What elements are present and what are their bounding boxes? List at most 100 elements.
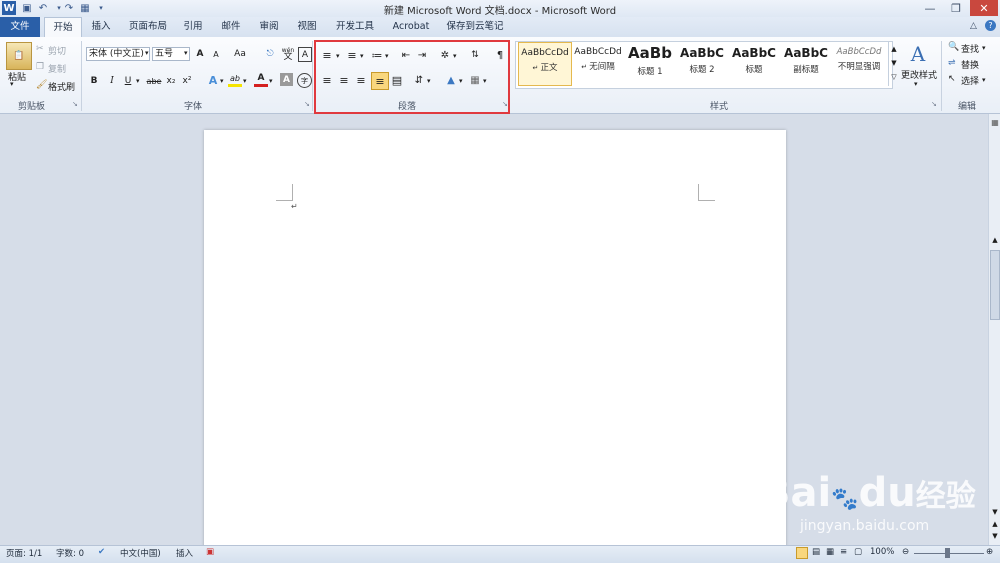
- web-layout-icon[interactable]: ▦: [826, 547, 834, 557]
- format-painter-button[interactable]: 格式刷: [48, 80, 75, 93]
- close-button[interactable]: ✕: [970, 0, 998, 16]
- shrink-font-icon[interactable]: A: [210, 47, 222, 61]
- scroll-down-icon[interactable]: ▼: [990, 508, 1000, 518]
- full-screen-reading-icon[interactable]: ▤: [812, 547, 820, 557]
- replace-button[interactable]: 替换: [961, 58, 979, 71]
- enclose-characters-icon[interactable]: 字: [297, 73, 312, 88]
- document-page[interactable]: ↵: [204, 130, 786, 550]
- tab-developer[interactable]: 开发工具: [332, 17, 378, 37]
- change-styles-button[interactable]: 更改样式: [901, 68, 937, 81]
- superscript-button[interactable]: x²: [180, 74, 194, 88]
- clipboard-launcher-icon[interactable]: ↘: [72, 100, 78, 108]
- scroll-up-icon[interactable]: ▲: [990, 236, 1000, 247]
- font-color-icon[interactable]: A: [254, 72, 268, 84]
- find-button[interactable]: 查找: [961, 42, 979, 55]
- character-shading-icon[interactable]: A: [280, 73, 293, 86]
- status-word-count[interactable]: 字数: 0: [56, 547, 84, 559]
- watermark-cn: 经验: [915, 479, 976, 514]
- tab-home[interactable]: 开始: [44, 17, 82, 37]
- help-icon[interactable]: ?: [985, 20, 996, 31]
- font-name-combo[interactable]: 宋体 (中文正): [86, 47, 150, 61]
- proofing-icon[interactable]: ✔: [98, 547, 105, 557]
- find-icon[interactable]: 🔍: [948, 42, 959, 52]
- bold-button[interactable]: B: [88, 74, 100, 88]
- highlight-dropdown-icon[interactable]: ▾: [243, 77, 247, 85]
- copy-icon[interactable]: ❐: [36, 62, 44, 72]
- style-title[interactable]: AaBbC 标题: [728, 42, 780, 86]
- tab-acrobat[interactable]: Acrobat: [388, 17, 434, 37]
- restore-button[interactable]: ❐: [944, 0, 968, 16]
- editing-group-label: 编辑: [958, 102, 977, 112]
- next-page-icon[interactable]: ▼: [990, 532, 1000, 542]
- status-insert-mode[interactable]: 插入: [176, 547, 193, 559]
- text-effects-dropdown-icon[interactable]: ▾: [220, 77, 224, 85]
- cut-icon[interactable]: ✂: [36, 44, 44, 54]
- underline-dropdown-icon[interactable]: ▾: [136, 77, 140, 85]
- style-preview: AaBbC: [680, 46, 724, 60]
- tab-page-layout[interactable]: 页面布局: [124, 17, 172, 37]
- ruler-toggle-icon[interactable]: ▦: [990, 118, 1000, 128]
- tab-mailings[interactable]: 邮件: [216, 17, 246, 37]
- italic-button[interactable]: I: [106, 74, 118, 88]
- text-effects-icon[interactable]: A: [206, 72, 220, 88]
- style-subtitle[interactable]: AaBbC 副标题: [780, 42, 832, 86]
- vertical-scrollbar[interactable]: ▦ ▲ ▼ ▲ ▼: [988, 114, 1000, 545]
- zoom-out-icon[interactable]: ⊖: [902, 547, 909, 557]
- find-dropdown-icon[interactable]: ▾: [982, 44, 986, 52]
- paste-dropdown-icon[interactable]: ▾: [10, 80, 14, 88]
- font-color-dropdown-icon[interactable]: ▾: [269, 77, 273, 85]
- format-painter-icon[interactable]: 🖌: [36, 80, 47, 90]
- outline-view-icon[interactable]: ≡: [840, 547, 847, 557]
- select-button[interactable]: 选择: [961, 74, 979, 87]
- style-preview: AaBbCcDd: [836, 47, 882, 57]
- draft-view-icon[interactable]: ▢: [854, 547, 862, 557]
- underline-button[interactable]: U: [122, 74, 134, 88]
- font-group-label: 字体: [184, 102, 203, 112]
- strikethrough-button[interactable]: abe: [146, 74, 162, 88]
- tab-review[interactable]: 审阅: [254, 17, 284, 37]
- font-size-value: 五号: [155, 49, 174, 59]
- style-no-spacing[interactable]: AaBbCcDd ↵ 无间隔: [572, 42, 624, 86]
- tab-file[interactable]: 文件: [0, 17, 40, 37]
- subscript-button[interactable]: x₂: [164, 74, 178, 88]
- font-launcher-icon[interactable]: ↘: [304, 100, 310, 108]
- styles-scroll[interactable]: ▲ ▼ ▽: [888, 42, 899, 86]
- zoom-slider-thumb[interactable]: [945, 548, 950, 558]
- change-case-icon[interactable]: Aa: [232, 47, 248, 61]
- zoom-in-icon[interactable]: ⊕: [986, 547, 993, 557]
- macro-recording-icon[interactable]: ▣: [206, 547, 214, 557]
- tab-save-to-cloud-note[interactable]: 保存到云笔记: [444, 17, 506, 37]
- style-heading-1[interactable]: AaBb 标题 1: [624, 42, 676, 86]
- phonetic-guide-icon[interactable]: wén 文: [280, 46, 296, 62]
- copy-button[interactable]: 复制: [48, 62, 66, 75]
- select-icon[interactable]: ↖: [948, 74, 956, 84]
- tab-view[interactable]: 视图: [292, 17, 322, 37]
- status-language[interactable]: 中文(中国): [120, 547, 161, 559]
- change-styles-icon[interactable]: A: [905, 42, 931, 66]
- style-subtle-emphasis[interactable]: AaBbCcDd 不明显强调: [833, 42, 885, 86]
- font-name-dropdown-icon[interactable]: ▾: [145, 49, 149, 57]
- style-heading-2[interactable]: AaBbC 标题 2: [676, 42, 728, 86]
- styles-launcher-icon[interactable]: ↘: [931, 100, 937, 108]
- previous-page-icon[interactable]: ▲: [990, 520, 1000, 530]
- grow-font-icon[interactable]: A: [194, 47, 206, 61]
- tab-references[interactable]: 引用: [178, 17, 208, 37]
- character-border-icon[interactable]: A: [298, 47, 312, 62]
- status-page[interactable]: 页面: 1/1: [6, 547, 42, 559]
- highlight-icon[interactable]: ab: [228, 72, 242, 84]
- paste-icon[interactable]: 📋: [6, 42, 32, 70]
- font-size-dropdown-icon[interactable]: ▾: [184, 49, 188, 57]
- select-dropdown-icon[interactable]: ▾: [982, 76, 986, 84]
- change-styles-dropdown-icon[interactable]: ▾: [914, 80, 918, 88]
- style-normal[interactable]: AaBbCcDd ↵ 正文: [518, 42, 572, 86]
- clear-formatting-icon[interactable]: ⎋: [262, 46, 278, 62]
- scroll-thumb[interactable]: [990, 250, 1000, 320]
- zoom-level[interactable]: 100%: [870, 547, 894, 557]
- print-layout-view-icon[interactable]: [796, 547, 808, 559]
- tab-insert[interactable]: 插入: [86, 17, 116, 37]
- minimize-ribbon-icon[interactable]: △: [970, 21, 977, 31]
- replace-icon[interactable]: ⇌: [948, 58, 956, 68]
- highlight-color-bar: [228, 84, 242, 87]
- cut-button[interactable]: 剪切: [48, 44, 66, 57]
- minimize-button[interactable]: —: [918, 0, 942, 16]
